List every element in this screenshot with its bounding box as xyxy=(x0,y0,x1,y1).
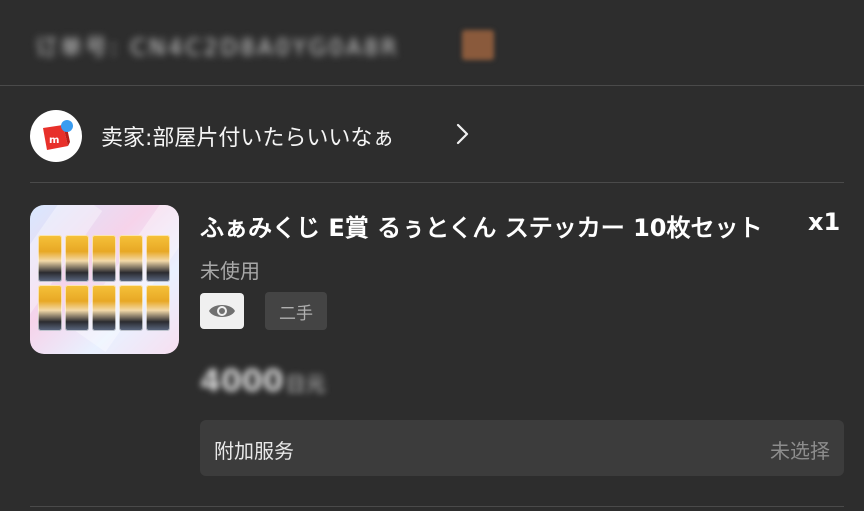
product-title[interactable]: ふぁみくじ E賞 るぅとくん ステッカー 10枚セット xyxy=(200,208,790,243)
sticker-product-thumbnail[interactable] xyxy=(30,205,179,354)
addon-value: 未选择 xyxy=(770,439,830,463)
order-id-text: 订单号: CN4C2D8A0YG0A8R xyxy=(35,36,400,61)
svg-text:m: m xyxy=(49,135,59,146)
seller-row[interactable]: m 卖家:部屋片付いたらいいなぁ xyxy=(0,86,864,184)
mercari-logo: m xyxy=(30,110,82,162)
product-price: 4000 日元 xyxy=(200,364,326,399)
seller-name[interactable]: 卖家:部屋片付いたらいいなぁ xyxy=(101,120,394,152)
copy-icon[interactable] xyxy=(462,30,494,60)
price-value: 4000 xyxy=(200,364,284,399)
addon-label: 附加服务 xyxy=(214,439,294,463)
bottom-divider xyxy=(30,506,844,507)
sticker-grid xyxy=(38,235,170,331)
product-condition: 未使用 xyxy=(200,259,260,283)
price-unit: 日元 xyxy=(285,372,326,396)
order-id-row: 订单号: CN4C2D8A0YG0A8R xyxy=(0,0,864,86)
order-detail-page: 订单号: CN4C2D8A0YG0A8R m 卖家:部屋片付いたらいいなぁ ふぁ… xyxy=(0,0,864,511)
divider xyxy=(30,182,844,183)
chevron-right-icon[interactable] xyxy=(456,122,470,146)
addon-service-row[interactable]: 附加服务 未选择 xyxy=(200,420,844,476)
product-quantity: x1 xyxy=(808,208,841,236)
eye-icon[interactable] xyxy=(200,293,244,329)
condition-tag: 二手 xyxy=(265,292,327,330)
